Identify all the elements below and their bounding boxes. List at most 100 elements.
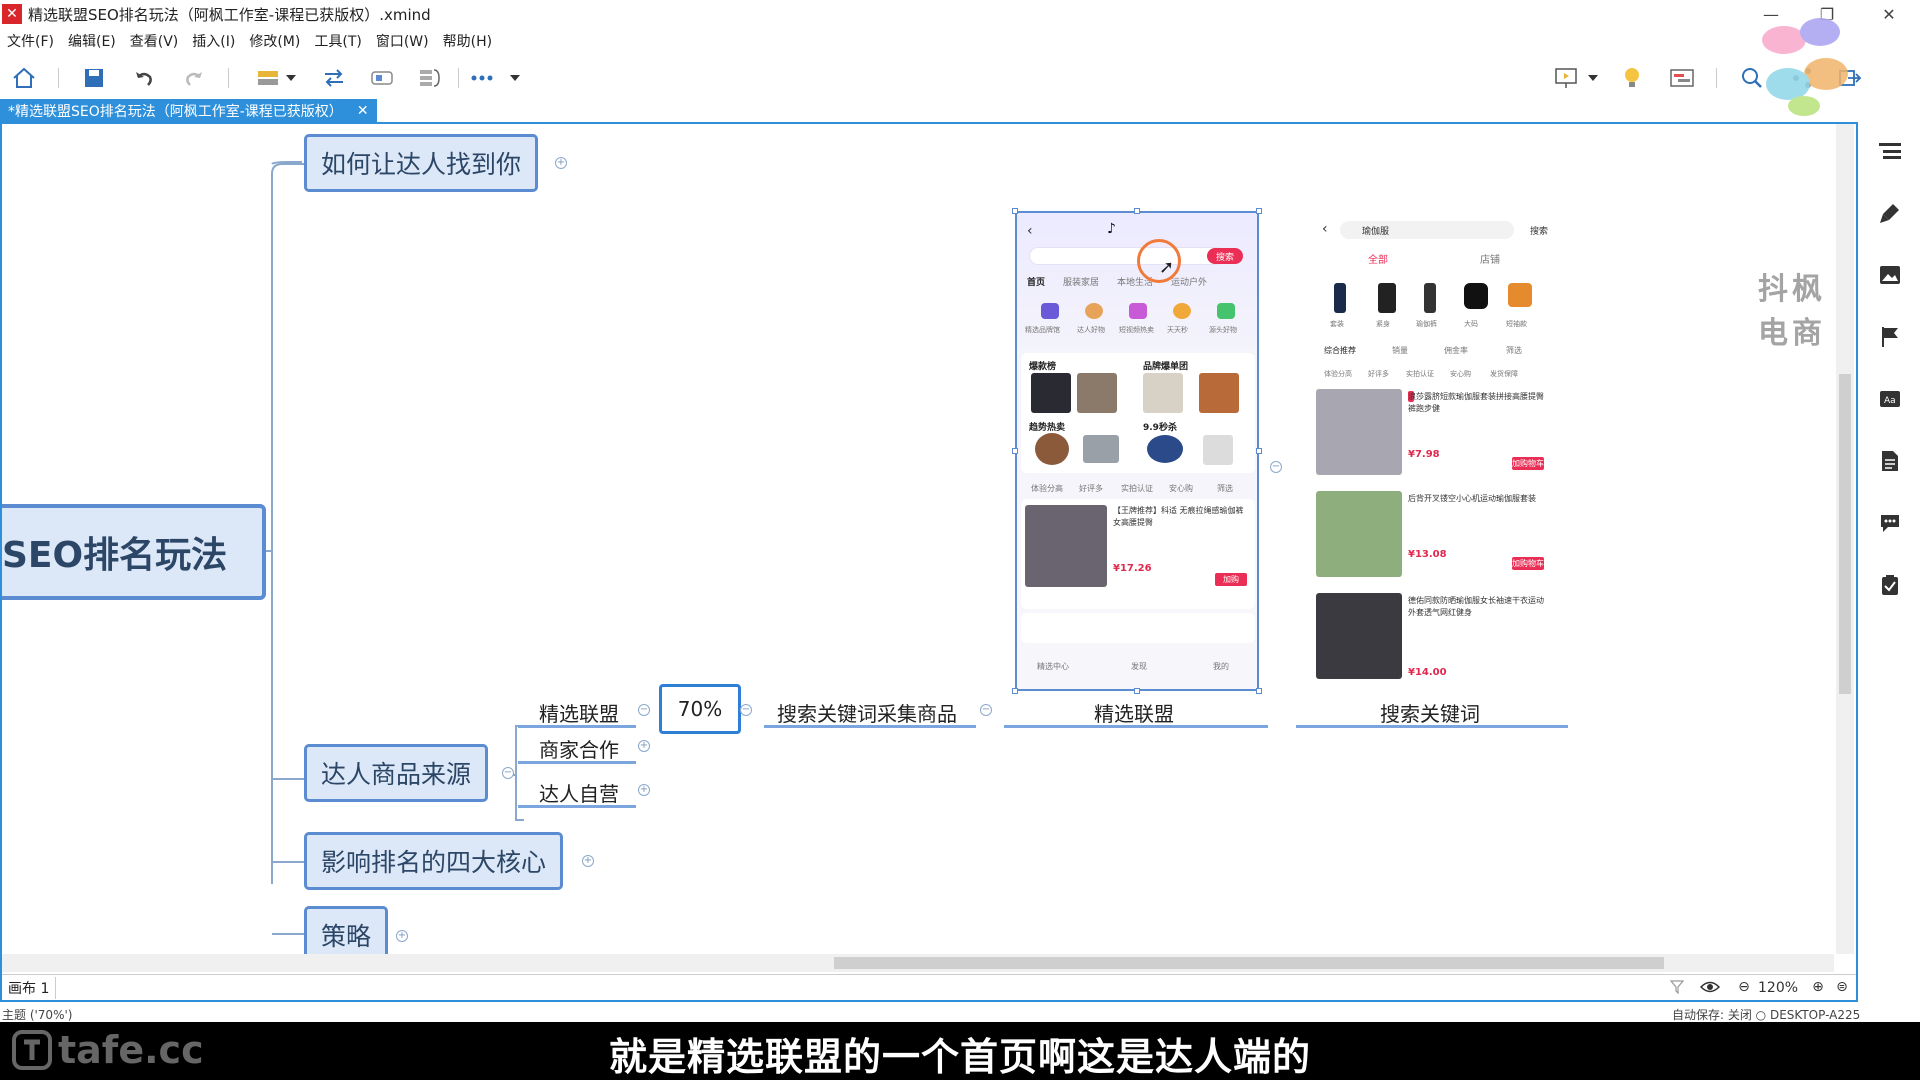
save-icon[interactable] <box>80 66 108 90</box>
zoom-in-icon[interactable]: ⊕ <box>1810 979 1826 995</box>
phone-screenshot-search[interactable]: ‹ 瑜伽服 搜索 全部 店铺 套装 紧身 瑜伽裤 大码 短袖款 综合推荐 销量 … <box>1312 211 1560 689</box>
subtopic-jingxuan-lianmeng[interactable]: 精选联盟 <box>539 698 619 727</box>
resize-handle[interactable] <box>1134 208 1140 214</box>
phone-screenshot-jingxuan[interactable]: ‹ ♪ 搜索 首页 服装家居 本地生活 运动户外 精选品牌馆 达人好物 短视频热… <box>1015 211 1259 691</box>
outline-icon[interactable] <box>1878 139 1902 163</box>
product-image <box>1316 491 1402 577</box>
tab-document[interactable]: *精选联盟SEO排名玩法（阿枫工作室-课程已获版权） ✕ <box>0 99 377 123</box>
boundary-icon[interactable] <box>368 66 396 90</box>
close-window-button[interactable]: ✕ <box>1866 0 1912 28</box>
zoom-level[interactable]: 120% <box>1758 980 1798 996</box>
subtopic-underline <box>518 805 636 808</box>
menu-modify[interactable]: 修改(M) <box>242 31 307 51</box>
expand-icon[interactable]: + <box>638 784 650 796</box>
menu-help[interactable]: 帮助(H) <box>436 31 499 51</box>
comments-icon[interactable] <box>1878 511 1902 535</box>
status-autosave: 自动保存: 关闭 ○ DESKTOP-A225IUP <box>1672 1008 1880 1022</box>
resize-handle[interactable] <box>1012 688 1018 694</box>
search-query: 瑜伽服 <box>1362 227 1390 237</box>
resize-handle[interactable] <box>1134 688 1140 694</box>
task-clipboard-icon[interactable] <box>1878 573 1902 597</box>
filter-chip: 实拍认证 <box>1121 484 1153 493</box>
collapse-icon[interactable]: − <box>1270 461 1282 473</box>
topic-four-core-factors[interactable]: 影响排名的四大核心 <box>304 832 564 890</box>
expand-icon[interactable]: + <box>396 930 408 942</box>
undo-icon[interactable] <box>130 66 158 90</box>
product-image <box>1316 389 1402 475</box>
product-price: ¥13.08 <box>1408 549 1447 560</box>
fit-map-icon[interactable]: ⊜ <box>1834 979 1850 995</box>
tab-close-icon[interactable]: ✕ <box>357 103 369 119</box>
central-topic[interactable]: SEO排名玩法 <box>2 504 266 600</box>
topic-how-to-be-found[interactable]: 如何让达人找到你 <box>304 134 539 192</box>
icon-label: 源头好物 <box>1209 326 1237 334</box>
horizontal-scroll-thumb[interactable] <box>834 957 1664 969</box>
topic-style-icon[interactable] <box>254 66 282 90</box>
product-thumb <box>1147 435 1183 463</box>
resize-handle[interactable] <box>1256 208 1262 214</box>
xmind-logo-icon: ✕ <box>2 4 22 24</box>
subtopic-search-keyword-collect[interactable]: 搜索关键词采集商品 <box>777 698 957 727</box>
filter-icon[interactable] <box>1669 979 1686 995</box>
brainstorm-bulb-icon[interactable] <box>1618 66 1646 90</box>
expand-icon[interactable]: + <box>582 855 594 867</box>
menu-window[interactable]: 窗口(W) <box>369 31 436 51</box>
menu-edit[interactable]: 编辑(E) <box>61 31 123 51</box>
presentation-chevron-down-icon[interactable] <box>1586 66 1600 90</box>
product-image <box>1025 505 1107 587</box>
vertical-scroll-thumb[interactable] <box>1839 374 1851 694</box>
eye-icon[interactable] <box>1699 979 1721 995</box>
sheet-tab[interactable]: 画布 1 <box>2 976 57 999</box>
image-icon[interactable] <box>1878 263 1902 287</box>
vertical-scrollbar[interactable] <box>1836 124 1854 954</box>
douyin-logo-icon: ♪ <box>1107 221 1116 237</box>
zoom-out-icon[interactable]: ⊖ <box>1736 979 1752 995</box>
resize-handle[interactable] <box>1012 208 1018 214</box>
relationship-icon[interactable] <box>320 66 348 90</box>
resize-handle[interactable] <box>1256 688 1262 694</box>
collapse-icon[interactable]: − <box>980 704 992 716</box>
notes-icon[interactable] <box>1878 449 1902 473</box>
subtopic-self-operated[interactable]: 达人自营 <box>539 778 619 807</box>
expand-icon[interactable]: + <box>555 157 567 169</box>
menu-insert[interactable]: 插入(I) <box>185 31 242 51</box>
chevron-down-icon[interactable] <box>284 66 298 90</box>
more-chevron-down-icon[interactable] <box>508 66 522 90</box>
gantt-icon[interactable] <box>1668 66 1696 90</box>
summary-icon[interactable] <box>416 66 444 90</box>
subtopic-image-jingxuan[interactable]: 精选联盟 <box>1094 698 1174 727</box>
category-label: 紧身 <box>1376 320 1390 328</box>
expand-icon[interactable]: + <box>638 740 650 752</box>
mindmap-canvas[interactable]: SEO排名玩法 如何让达人找到你 + 达人商品来源 − 影响排名的四大核心 + … <box>2 124 1834 954</box>
footer-tab: 精选中心 <box>1037 662 1069 671</box>
topic-strategy[interactable]: 策略 <box>304 906 389 954</box>
filter-chip: 筛选 <box>1217 484 1233 493</box>
resize-handle[interactable] <box>1256 448 1262 454</box>
collapse-icon[interactable]: − <box>502 767 514 779</box>
menu-tools[interactable]: 工具(T) <box>307 31 368 51</box>
presentation-icon[interactable] <box>1552 66 1580 90</box>
svg-text:Aa: Aa <box>1884 396 1896 406</box>
horizontal-scrollbar[interactable] <box>2 954 1834 972</box>
subtopic-image-search-keyword[interactable]: 搜索关键词 <box>1380 698 1480 727</box>
more-icon[interactable] <box>468 66 496 90</box>
topic-product-sources[interactable]: 达人商品来源 <box>304 744 489 802</box>
collapse-icon[interactable]: − <box>638 704 650 716</box>
add-cart-button: 加购物车 <box>1512 457 1544 470</box>
menu-view[interactable]: 查看(V) <box>123 31 186 51</box>
topic-70-percent-selected[interactable]: 70% <box>659 684 741 734</box>
category-label: 套装 <box>1330 320 1344 328</box>
format-brush-icon[interactable] <box>1878 201 1902 225</box>
resize-handle[interactable] <box>1012 448 1018 454</box>
collapse-icon[interactable]: − <box>740 704 752 716</box>
home-icon[interactable] <box>10 66 38 90</box>
marker-flag-icon[interactable] <box>1878 325 1902 349</box>
product-thumb <box>1203 435 1233 465</box>
styles-icon[interactable]: Aa <box>1878 387 1902 411</box>
redo-icon[interactable] <box>180 66 208 90</box>
menu-file[interactable]: 文件(F) <box>0 31 61 51</box>
topic-label: 策略 <box>321 922 372 951</box>
right-side-panel: Aa <box>1860 99 1920 1019</box>
menu-bar: 文件(F) 编辑(E) 查看(V) 插入(I) 修改(M) 工具(T) 窗口(W… <box>0 28 499 54</box>
subtopic-merchant-cooperation[interactable]: 商家合作 <box>539 734 619 763</box>
